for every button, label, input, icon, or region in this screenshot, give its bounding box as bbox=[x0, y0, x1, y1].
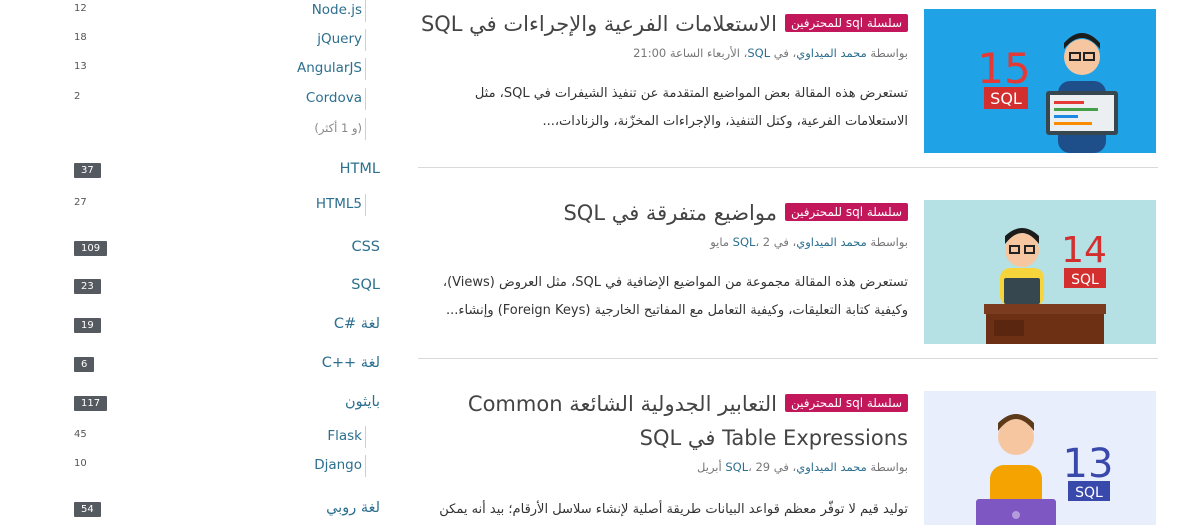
item-count-badge: 109 bbox=[74, 241, 108, 256]
series-badge[interactable]: سلسلة sql للمحترفين bbox=[784, 203, 908, 221]
meta-by-label: بواسطة bbox=[870, 460, 908, 474]
svg-text:13: 13 bbox=[1063, 441, 1114, 487]
sidebar-item-cpp[interactable]: 6 لغة ++C bbox=[60, 354, 380, 376]
article-excerpt: توليد قيم لا توفّر معظم قواعد البيانات ط… bbox=[439, 502, 908, 517]
meta-by-label: بواسطة bbox=[870, 46, 908, 60]
sidebar-item-html5[interactable]: 27 HTML5 bbox=[60, 194, 380, 216]
article-card: 14 SQL سلسلة sql للمحترفين مواضيع متفرقة … bbox=[418, 169, 1158, 359]
item-count: 13 bbox=[74, 61, 87, 72]
sidebar-item-label[interactable]: Flask bbox=[327, 428, 362, 444]
sidebar-item-jquery[interactable]: 18 jQuery bbox=[60, 29, 380, 51]
tree-line bbox=[365, 194, 366, 216]
article-card: 15 SQL سلسلة sql للمحترفين الاستعلامات ال… bbox=[418, 0, 1158, 168]
sql-15-illustration: 15 SQL bbox=[924, 9, 1156, 153]
author-link[interactable]: محمد الميداوي bbox=[796, 235, 867, 249]
meta-by-label: بواسطة bbox=[870, 235, 908, 249]
series-badge[interactable]: سلسلة sql للمحترفين bbox=[784, 14, 908, 32]
item-count: 18 bbox=[74, 32, 87, 43]
article-excerpt: تستعرض هذه المقالة مجموعة من المواضيع ال… bbox=[442, 275, 908, 318]
tree-line bbox=[365, 29, 366, 51]
sidebar-item-label[interactable]: لغة ++C bbox=[322, 355, 380, 371]
svg-text:14: 14 bbox=[1061, 230, 1107, 271]
item-count: 12 bbox=[74, 3, 87, 14]
author-link[interactable]: محمد الميداوي bbox=[796, 460, 867, 474]
sidebar-item-flask[interactable]: 45 Flask bbox=[60, 426, 380, 448]
item-count-badge: 37 bbox=[74, 163, 101, 178]
sidebar-item-label[interactable]: Node.js bbox=[312, 2, 362, 18]
svg-text:15: 15 bbox=[977, 44, 1030, 93]
sidebar-item-ruby[interactable]: 54 لغة روبي bbox=[60, 499, 380, 521]
sidebar-item-label[interactable]: jQuery bbox=[317, 31, 362, 47]
more-label[interactable]: (و 1 أكثر) bbox=[314, 121, 362, 135]
sidebar-item-label[interactable]: HTML5 bbox=[316, 196, 362, 212]
article-body: سلسلة sql للمحترفينمواضيع متفرقة في SQL … bbox=[418, 197, 908, 325]
sidebar-item-angularjs[interactable]: 13 AngularJS bbox=[60, 58, 380, 80]
article-body: سلسلة sql للمحترفين الاستعلامات الفرعية و… bbox=[418, 8, 908, 136]
item-count-badge: 6 bbox=[74, 357, 95, 372]
tree-line bbox=[365, 58, 366, 80]
article-title-line: سلسلة sql للمحترفين مواضيع متفرقة في SQL bbox=[418, 197, 908, 231]
sidebar-item-python[interactable]: 117 بايثون bbox=[60, 393, 380, 415]
article-excerpt: تستعرض هذه المقالة بعض المواضيع المتقدمة… bbox=[474, 86, 908, 129]
category-link[interactable]: SQL bbox=[747, 46, 770, 60]
tree-line bbox=[365, 426, 366, 448]
tree-line bbox=[365, 455, 366, 477]
category-link[interactable]: SQL bbox=[725, 460, 748, 474]
item-count: 2 bbox=[74, 91, 81, 102]
series-badge[interactable]: سلسلة sql للمحترفين bbox=[784, 394, 908, 412]
meta-in-label: ، في bbox=[773, 46, 797, 60]
sidebar-item-html[interactable]: 37 HTML bbox=[60, 160, 380, 182]
item-count-badge: 19 bbox=[74, 318, 101, 333]
sidebar-item-label[interactable]: HTML bbox=[340, 161, 380, 177]
sql-13-illustration: 13 SQL bbox=[924, 391, 1156, 525]
meta-in-label: ، في bbox=[773, 460, 797, 474]
tree-line bbox=[365, 0, 366, 22]
sidebar-item-label[interactable]: CSS bbox=[351, 239, 380, 255]
sidebar-item-django[interactable]: 10 Django bbox=[60, 455, 380, 477]
item-count-badge: 23 bbox=[74, 279, 101, 294]
article-meta: بواسطة محمد الميداوي، في SQL، الأربعاء ا… bbox=[418, 44, 908, 62]
sidebar-item-cordova[interactable]: 2 Cordova bbox=[60, 88, 380, 110]
sql-14-illustration: 14 SQL bbox=[924, 200, 1156, 344]
publish-date: ، الأربعاء الساعة 21:00 bbox=[633, 46, 748, 60]
item-count: 45 bbox=[74, 429, 87, 440]
item-count-badge: 54 bbox=[74, 502, 101, 517]
tree-line bbox=[365, 118, 366, 140]
article-meta: بواسطة محمد الميداوي، في SQL، 29 أبريل bbox=[418, 458, 908, 476]
svg-text:SQL: SQL bbox=[1071, 272, 1099, 288]
meta-in-label: ، في bbox=[773, 235, 797, 249]
article-title-line: سلسلة sql للمحترفينالتعابير الجدولية الش… bbox=[418, 388, 908, 456]
sidebar-item-label[interactable]: Cordova bbox=[306, 90, 362, 106]
article-thumbnail[interactable]: 14 SQL bbox=[924, 200, 1156, 344]
item-count: 10 bbox=[74, 458, 87, 469]
sidebar-item-label[interactable]: بايثون bbox=[345, 394, 380, 410]
sidebar-item-label[interactable]: لغة روبي bbox=[326, 500, 380, 516]
svg-text:SQL: SQL bbox=[1075, 485, 1103, 501]
article-title[interactable]: الاستعلامات الفرعية والإجراءات في SQL bbox=[421, 12, 777, 36]
tree-line bbox=[365, 88, 366, 110]
sidebar-item-css[interactable]: 109 CSS bbox=[60, 238, 380, 260]
sidebar-item-label[interactable]: لغة #C bbox=[334, 316, 380, 332]
article-card: 13 SQL سلسلة sql للمحترفينالتعابير الجدو… bbox=[418, 360, 1158, 525]
article-meta: بواسطة محمد الميداوي، في SQL، 2 مايو bbox=[418, 233, 908, 251]
article-thumbnail[interactable]: 15 SQL bbox=[924, 9, 1156, 153]
sidebar-item-label[interactable]: SQL bbox=[351, 277, 380, 293]
svg-text:SQL: SQL bbox=[990, 89, 1022, 108]
author-link[interactable]: محمد الميداوي bbox=[796, 46, 867, 60]
sidebar-item-label[interactable]: Django bbox=[314, 457, 362, 473]
article-thumbnail[interactable]: 13 SQL bbox=[924, 391, 1156, 525]
article-title[interactable]: مواضيع متفرقة في SQL bbox=[563, 201, 777, 225]
sidebar-item-sql[interactable]: 23 SQL bbox=[60, 276, 380, 298]
sidebar-item-label[interactable]: AngularJS bbox=[297, 60, 362, 76]
sidebar-item-csharp[interactable]: 19 لغة #C bbox=[60, 315, 380, 337]
sidebar-more-link[interactable]: (و 1 أكثر) bbox=[60, 118, 380, 140]
article-body: سلسلة sql للمحترفينالتعابير الجدولية الش… bbox=[418, 388, 908, 524]
item-count: 27 bbox=[74, 197, 87, 208]
item-count-badge: 117 bbox=[74, 396, 108, 411]
category-link[interactable]: SQL bbox=[733, 235, 756, 249]
sidebar-item-nodejs[interactable]: 12 Node.js bbox=[60, 0, 380, 22]
article-title-line: سلسلة sql للمحترفين الاستعلامات الفرعية و… bbox=[418, 8, 908, 42]
